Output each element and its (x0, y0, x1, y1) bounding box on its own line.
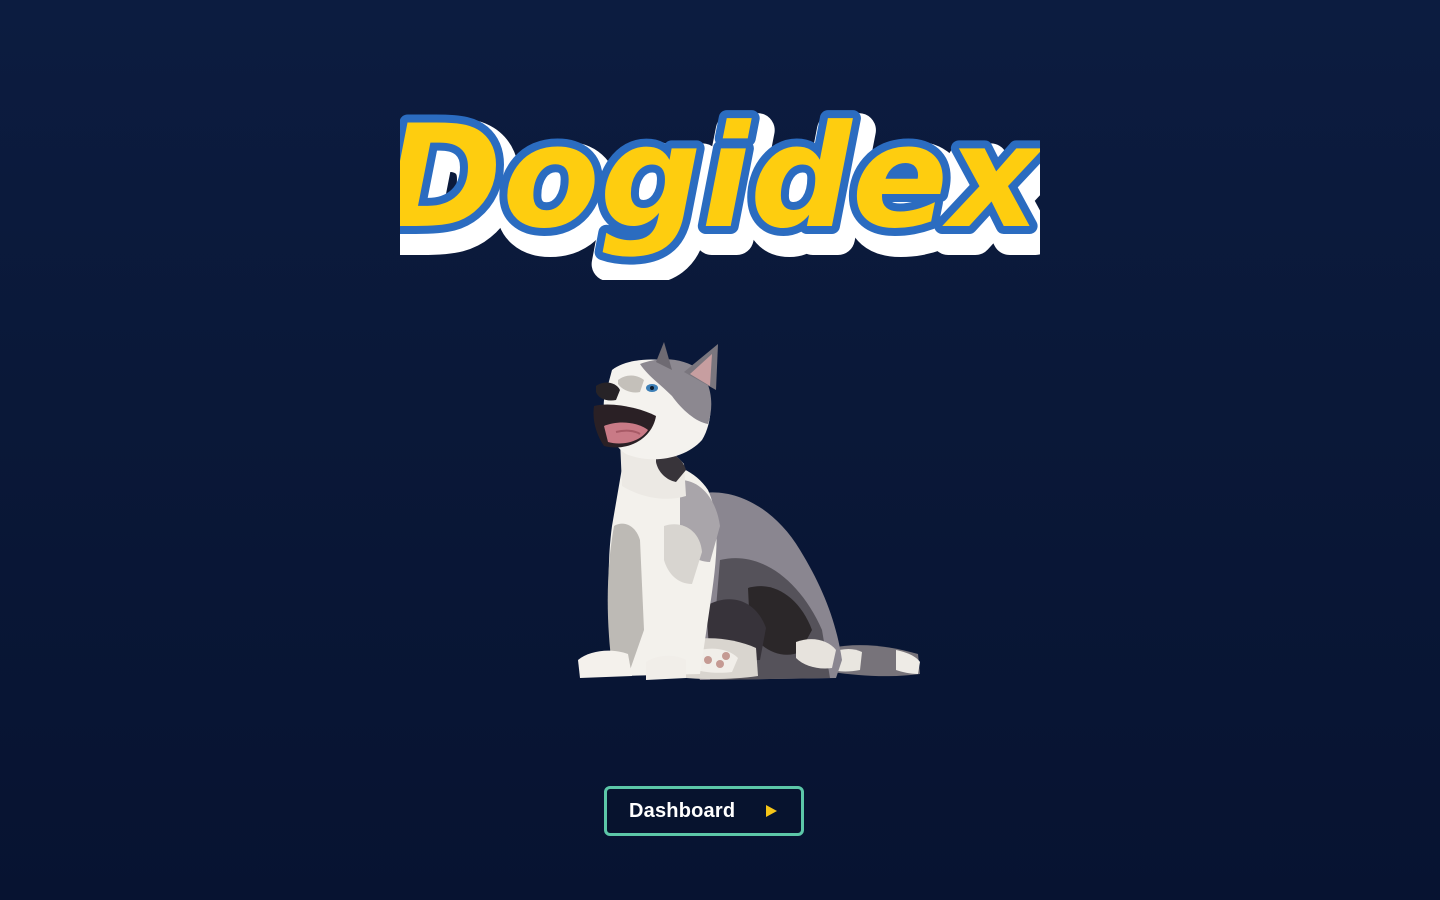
dogidex-logo-wordmark: Dogidex Dogidex Dogidex (400, 87, 1040, 280)
husky-puppy-illustration (560, 330, 940, 690)
dashboard-button[interactable]: Dashboard (604, 786, 804, 836)
dashboard-button-label: Dashboard (629, 799, 736, 822)
dogidex-logo: Dogidex Dogidex Dogidex (400, 80, 1040, 280)
logo-text: Dogidex (400, 95, 1040, 260)
play-icon (766, 805, 777, 817)
